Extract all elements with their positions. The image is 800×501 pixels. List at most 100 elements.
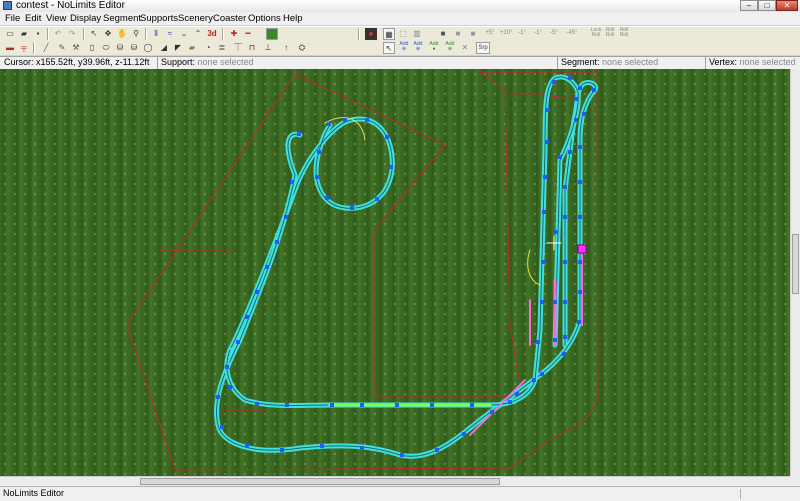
menu-file[interactable]: File [4,12,21,25]
foot-icon[interactable]: ⏉ [232,42,244,54]
ring-icon[interactable]: ◯ [142,42,154,54]
redo-icon[interactable]: ↷ [66,28,78,40]
editor-viewport[interactable] [0,69,790,476]
lock-roll-button[interactable]: Lock Roll [590,28,602,40]
pointer-icon[interactable]: ↖ [383,42,395,54]
selected-node[interactable] [577,244,587,254]
pillar-icon[interactable]: ▯ [86,42,98,54]
rotate-minus1b-icon[interactable]: -1° [532,28,544,40]
lift-icon[interactable]: ≣ [216,42,228,54]
horizontal-scroll-thumb[interactable] [140,478,500,485]
status-bar: NoLimits Editor [0,486,800,501]
menu-segment[interactable]: Segment [102,12,142,25]
ramp2-icon[interactable]: ◤ [172,42,184,54]
zoom-icon[interactable]: ⚲ [130,28,142,40]
horizontal-scrollbar[interactable] [0,476,790,486]
info-divider [157,57,158,69]
gauge-icon[interactable]: ◔ [202,42,214,54]
pillar2-icon[interactable]: ⬭ [100,42,112,54]
toolbar-separator [145,28,147,40]
rotate-plus10-icon[interactable]: +10° [500,28,513,40]
select-arrow-icon[interactable]: ↖ [88,28,100,40]
terrain-icon[interactable] [266,28,278,40]
segment-readout: Segment: none selected [561,57,658,68]
maximize-button[interactable]: □ [758,0,776,11]
add-vertex-icon[interactable]: ✚ [228,28,240,40]
roll-button[interactable]: Roll Roll [604,28,616,40]
new-file-icon[interactable]: ▭ [4,28,16,40]
vertex-markers[interactable] [216,76,596,457]
rotate-minus45-icon[interactable]: -45° [566,28,578,40]
remove-vertex-icon[interactable]: ━ [242,28,254,40]
track-canvas[interactable] [0,69,790,476]
toolbar-tools: ▬ ╤ ╱ ✎ ⚒ ▯ ⬭ ⛁ ⛁ ◯ ◢ ◤ ▰ ◔ ≣ ⏉ ⊓ ⊥ ↑ ⛭ … [0,41,800,55]
vertical-scroll-thumb[interactable] [792,234,799,294]
support-label: Support: [161,57,196,67]
undo-icon[interactable]: ↶ [52,28,64,40]
roll2-sub: Roll [619,32,629,38]
info-divider [705,57,706,69]
rotate-minus5-icon[interactable]: -5° [548,28,560,40]
strip-button[interactable]: Srp [476,42,490,54]
open-folder-icon[interactable]: ▰ [18,28,30,40]
vertical-scrollbar[interactable] [790,69,800,476]
add-beam-button[interactable]: Add ⊕ [444,42,456,54]
layer-icon[interactable]: ■ [437,28,449,40]
delete-icon[interactable]: ✕ [459,42,471,54]
track-curve-icon[interactable]: ≈ [164,28,176,40]
gear-icon[interactable]: ⛭ [296,42,308,54]
toolbar-separator [83,28,85,40]
track-valley-icon[interactable]: ⌄ [178,28,190,40]
roll2-button[interactable]: Roll Roll [618,28,630,40]
traffic-light-icon[interactable]: ● [365,28,377,40]
add-node-button[interactable]: Add ⊕ [412,42,424,54]
layer2-icon[interactable]: ■ [452,28,464,40]
window-title: contest - NoLimits Editor [16,0,125,11]
hand-icon[interactable]: ✋ [116,28,128,40]
rotate-plus5-icon[interactable]: +5° [484,28,496,40]
pencil-icon[interactable]: ✎ [56,42,68,54]
wrench-icon[interactable]: ⚒ [70,42,82,54]
station-icon[interactable]: ╤ [18,42,30,54]
rotate-minus1-icon[interactable]: -1° [516,28,528,40]
wand-icon[interactable]: ╱ [40,42,52,54]
track-loop[interactable] [227,116,395,353]
vertex-readout: Vertex: none selected [709,57,796,68]
menu-scenery[interactable]: Scenery [177,12,214,25]
menu-display[interactable]: Display [69,12,102,25]
menu-edit[interactable]: Edit [24,12,42,25]
grid-icon[interactable]: ▥ [411,28,423,40]
add-node-label: Add [413,41,423,47]
track-hill-icon[interactable]: ⌃ [192,28,204,40]
block-icon[interactable]: ▰ [186,42,198,54]
menu-options[interactable]: Options [247,12,282,25]
cylinder-icon[interactable]: ⛁ [114,42,126,54]
segment-label: Segment: [561,57,600,67]
track-main[interactable] [214,80,599,459]
minimize-button[interactable]: – [740,0,758,11]
selection-icon[interactable]: ▦ [383,28,395,40]
menu-view[interactable]: View [45,12,67,25]
guide-curve [527,249,541,286]
coaster-car-icon[interactable]: ▬ [4,42,16,54]
3d-view-icon[interactable]: 3d [206,28,218,40]
coaster-track[interactable] [214,74,599,459]
menu-help[interactable]: Help [282,12,304,25]
catwalk-icon[interactable]: ⊓ [246,42,258,54]
track-straight-icon[interactable]: ⫴ [150,28,162,40]
layer3-icon[interactable]: ■ [467,28,479,40]
menu-coaster[interactable]: Coaster [212,12,247,25]
footer-icon[interactable]: ⊥ [262,42,274,54]
save-icon[interactable]: ▪ [32,28,44,40]
info-bar: Cursor: x155.52ft, y39.96ft, z-11.12ft S… [0,56,800,70]
ramp-icon[interactable]: ◢ [158,42,170,54]
menu-supports[interactable]: Supports [139,12,179,25]
move-icon[interactable]: ✥ [102,28,114,40]
lock-icon[interactable]: ⬚ [397,28,409,40]
arrow-up-icon[interactable]: ↑ [280,42,292,54]
add-free-node-button[interactable]: Add ● [428,42,440,54]
cylinder2-icon[interactable]: ⛁ [128,42,140,54]
add-support-button[interactable]: Add ⊕ [398,42,410,54]
close-button[interactable]: ✕ [776,0,798,11]
status-text: NoLimits Editor [3,488,65,498]
